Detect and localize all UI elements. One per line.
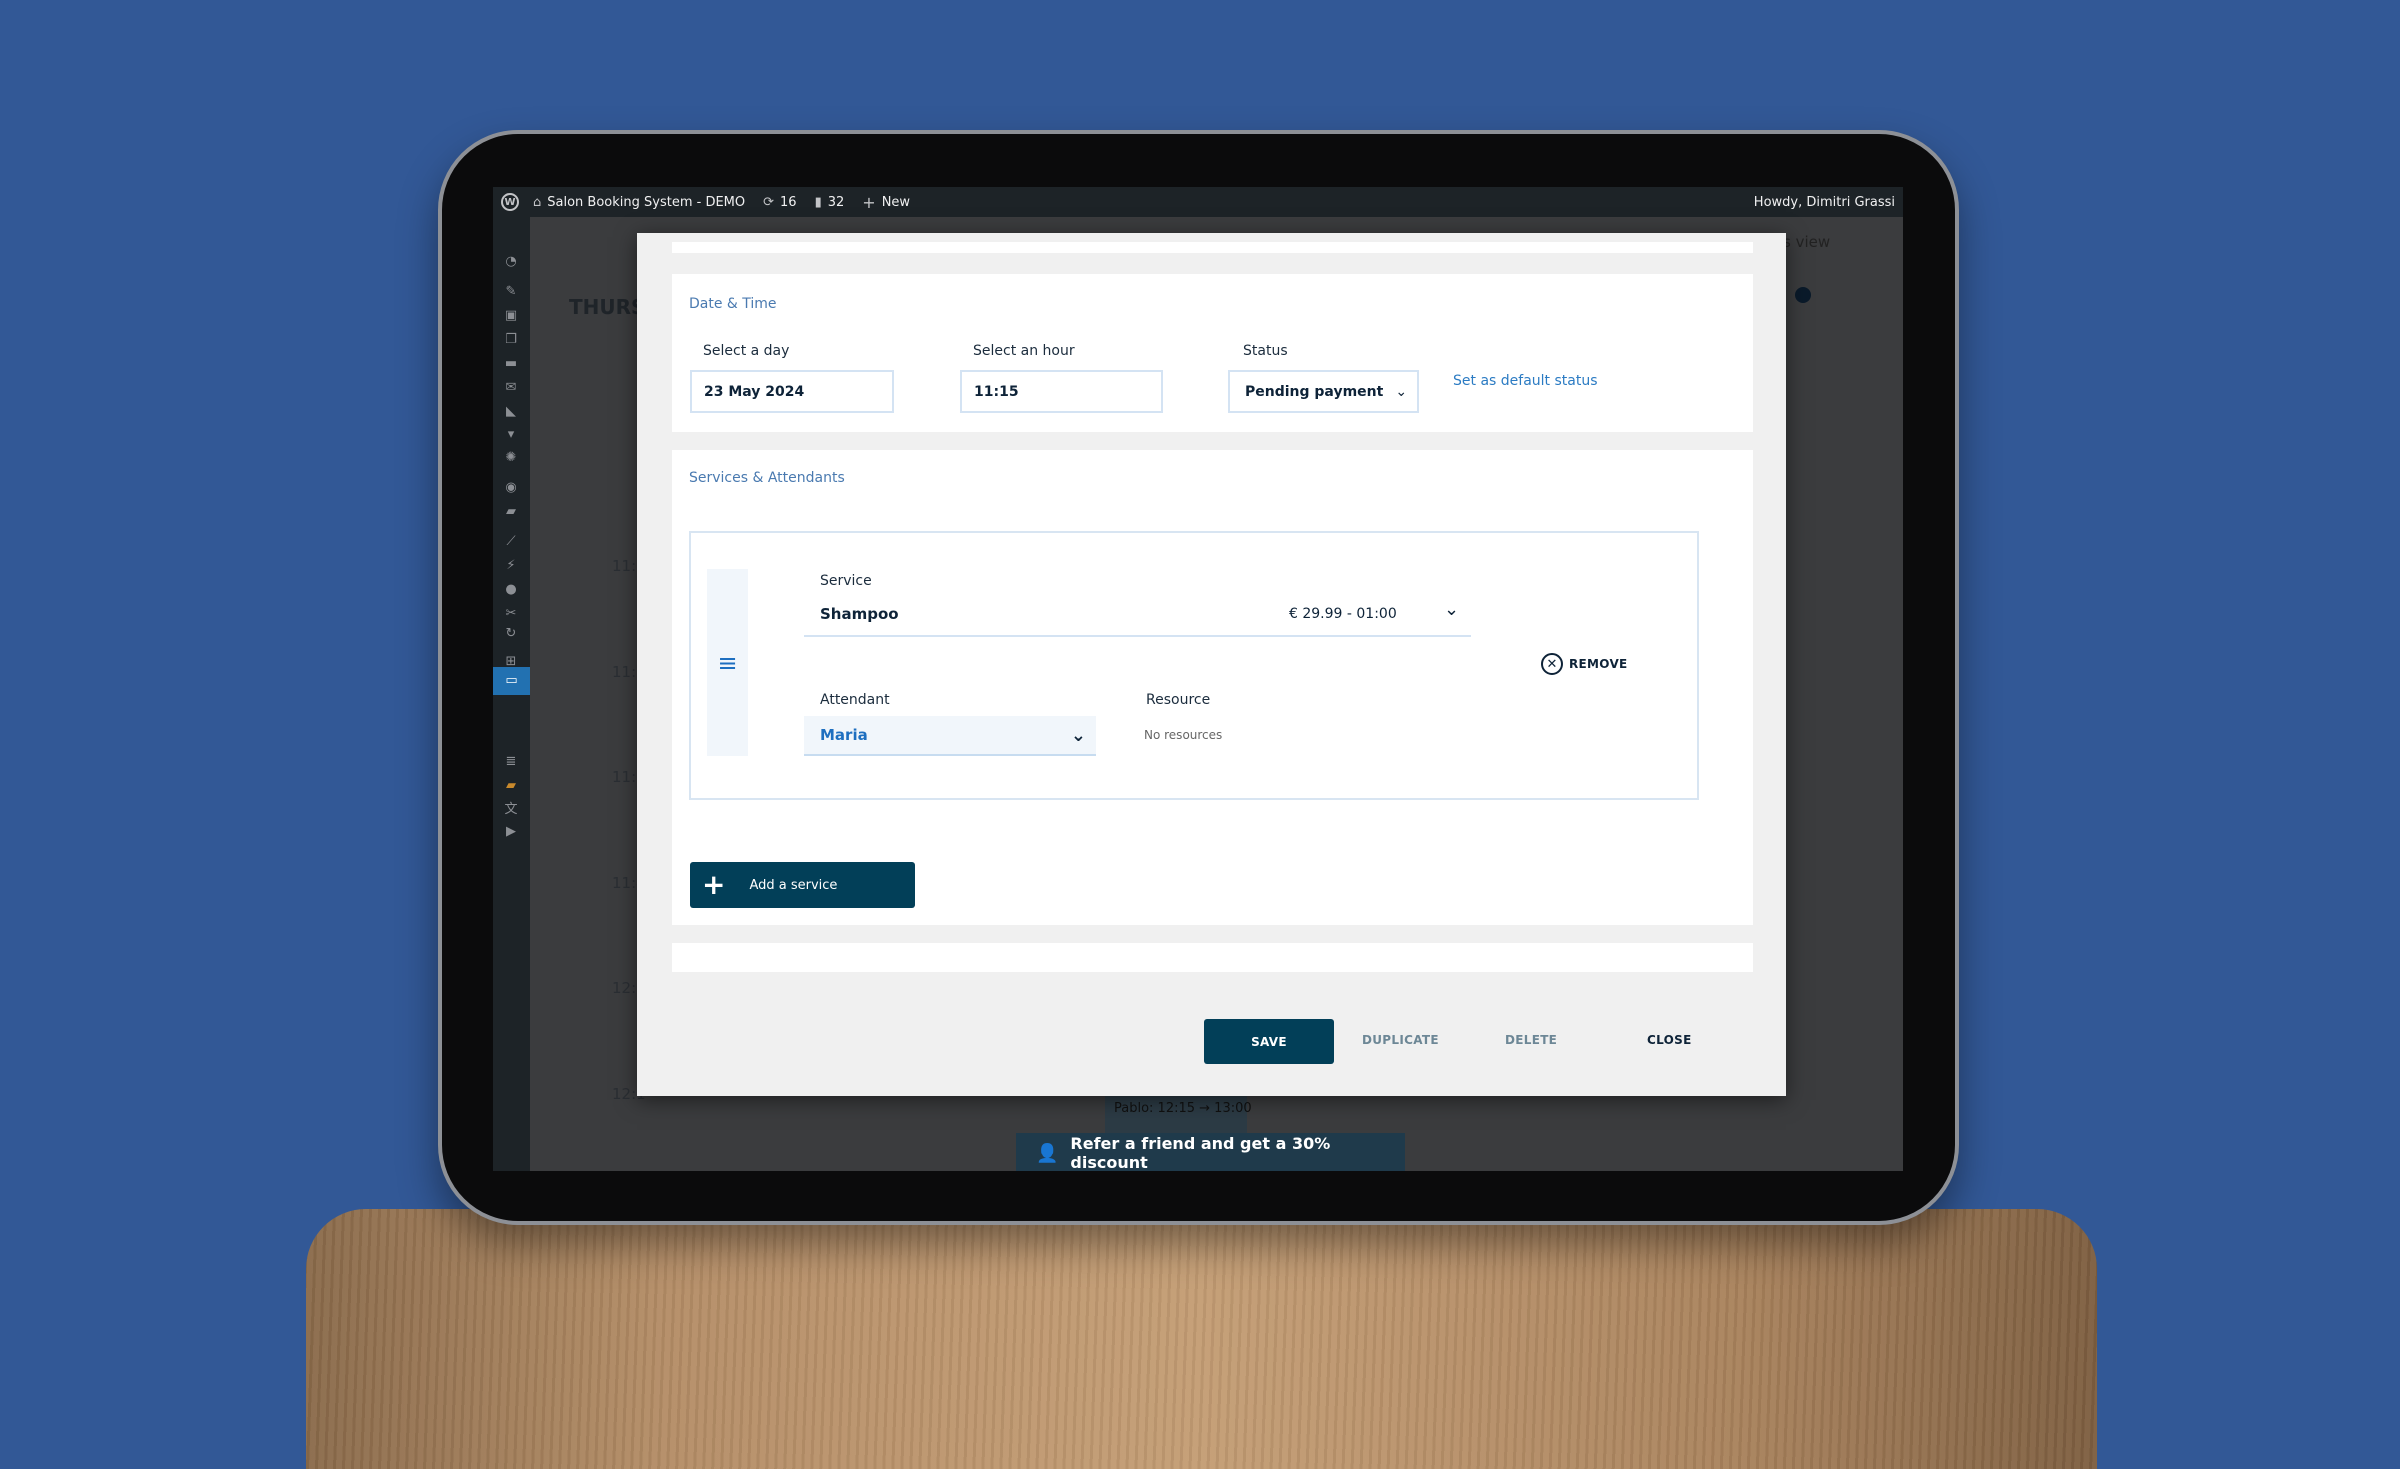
add-service-label: Add a service — [749, 877, 838, 893]
remove-button[interactable]: ✕ REMOVE — [1541, 653, 1628, 675]
trash-icon[interactable]: ▾ — [503, 428, 519, 442]
play-icon[interactable]: ▶ — [503, 825, 519, 839]
save-button[interactable]: SAVE — [1204, 1019, 1334, 1064]
plus-icon: + — [702, 868, 726, 901]
price-duration: € 29.99 - 01:00 — [1289, 606, 1397, 622]
user-check-icon: 👤 — [1036, 1142, 1059, 1164]
site-name-link[interactable]: Salon Booking System - DEMO — [547, 195, 745, 210]
pages-icon[interactable]: ❐ — [503, 333, 519, 347]
resource-value: No resources — [1144, 728, 1223, 742]
wordpress-logo-icon[interactable]: W — [501, 193, 519, 211]
add-service-button[interactable]: + Add a service — [690, 862, 915, 908]
referral-banner[interactable]: 👤 Refer a friend and get a 30% discount — [1016, 1133, 1405, 1171]
chevron-down-icon: ⌄ — [1395, 383, 1408, 400]
database-icon[interactable]: ≣ — [503, 755, 519, 769]
updates-icon[interactable]: ⟳ — [763, 195, 774, 210]
screen: W ⌂ Salon Booking System - DEMO ⟳ 16 ▮ 3… — [493, 187, 1903, 1171]
date-time-panel: Date & Time Select a day 23 May 2024 Sel… — [672, 274, 1753, 432]
comments-icon[interactable]: ▬ — [503, 357, 519, 371]
chevron-down-icon: ⌄ — [1444, 599, 1460, 620]
admin-sidebar: ◔✎▣❐▬✉◣▾✺◉▰⟋⚡●✂↻⊞◒▭≣▰文▶ — [493, 217, 530, 1171]
plus-icon: + — [862, 192, 876, 212]
hour-input[interactable]: 11:15 — [960, 370, 1163, 413]
day-heading: THURS — [569, 295, 646, 319]
status-select[interactable]: Pending payment ⌄ — [1228, 370, 1419, 413]
services-panel: Services & Attendants ≡ Service Shampoo … — [672, 450, 1753, 925]
new-link[interactable]: New — [882, 195, 910, 210]
settings-icon[interactable]: ✺ — [503, 451, 519, 465]
status-value: Pending payment — [1245, 383, 1384, 400]
close-button[interactable]: CLOSE — [1647, 1033, 1692, 1047]
resource-label: Resource — [1146, 692, 1211, 708]
service-label: Service — [820, 573, 872, 589]
comments-count[interactable]: 32 — [828, 195, 845, 210]
appearance-icon[interactable]: ⟋ — [503, 535, 519, 549]
users-icon[interactable]: ● — [503, 583, 519, 597]
service-select[interactable]: Shampoo € 29.99 - 01:00 ⌄ — [804, 595, 1471, 637]
pin-icon[interactable]: ✎ — [503, 285, 519, 299]
folder-icon[interactable]: ▰ — [503, 505, 519, 519]
date-time-title: Date & Time — [689, 296, 777, 312]
set-default-status-link[interactable]: Set as default status — [1453, 373, 1598, 389]
referral-text: Refer a friend and get a 30% discount — [1070, 1134, 1331, 1171]
howdy-user-link[interactable]: Howdy, Dimitri Grassi — [1754, 195, 1895, 210]
salon-calendar-icon[interactable]: ▭ — [493, 667, 530, 695]
appointment-text[interactable]: Pablo: 12:15 → 13:00 — [1114, 1101, 1252, 1116]
drag-handle-icon[interactable]: ≡ — [707, 569, 748, 756]
plugins-icon[interactable]: ⚡ — [503, 559, 519, 573]
chevron-down-icon: ⌄ — [1070, 724, 1086, 746]
service-value: Shampoo — [820, 605, 899, 623]
day-value: 23 May 2024 — [704, 383, 805, 400]
hour-label: Select an hour — [973, 343, 1075, 359]
mail-icon[interactable]: ✉ — [503, 381, 519, 395]
sync-icon[interactable]: ↻ — [503, 627, 519, 641]
toggle-dot[interactable] — [1795, 287, 1811, 303]
remove-label: REMOVE — [1569, 657, 1628, 671]
attendant-select[interactable]: Maria ⌄ — [804, 716, 1096, 756]
delete-button[interactable]: DELETE — [1505, 1033, 1557, 1047]
extra-panel — [672, 943, 1753, 972]
close-circle-icon: ✕ — [1541, 653, 1563, 675]
comments-icon[interactable]: ▮ — [815, 195, 822, 210]
updates-count[interactable]: 16 — [780, 195, 797, 210]
tools-icon[interactable]: ✂ — [503, 607, 519, 621]
services-title: Services & Attendants — [689, 470, 845, 486]
status-label: Status — [1243, 343, 1288, 359]
files-icon[interactable]: ▰ — [503, 779, 519, 793]
hour-value: 11:15 — [974, 383, 1019, 400]
duplicate-button[interactable]: DUPLICATE — [1362, 1033, 1439, 1047]
attendant-label: Attendant — [820, 692, 890, 708]
day-input[interactable]: 23 May 2024 — [690, 370, 894, 413]
dashboard-icon[interactable]: ◔ — [503, 255, 519, 269]
list-icon[interactable]: ◉ — [503, 481, 519, 495]
translate-icon[interactable]: 文 — [503, 803, 519, 817]
media-icon[interactable]: ▣ — [503, 309, 519, 323]
view-link[interactable]: s view — [1783, 233, 1830, 251]
booking-modal: Date & Time Select a day 23 May 2024 Sel… — [637, 233, 1786, 1096]
service-item: ≡ Service Shampoo € 29.99 - 01:00 ⌄ ✕ RE… — [689, 531, 1699, 800]
wooden-stand — [306, 1209, 2097, 1469]
admin-bar: W ⌂ Salon Booking System - DEMO ⟳ 16 ▮ 3… — [493, 187, 1903, 217]
day-label: Select a day — [703, 343, 790, 359]
home-icon: ⌂ — [533, 194, 542, 210]
feedback-icon[interactable]: ◣ — [503, 405, 519, 419]
top-panel — [672, 242, 1753, 253]
attendant-value: Maria — [820, 726, 868, 744]
